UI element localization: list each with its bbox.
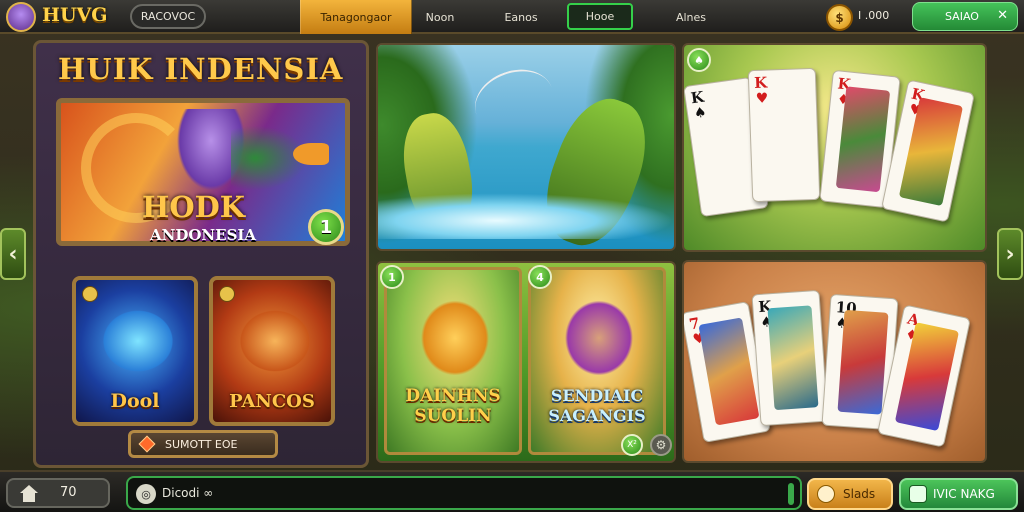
tab-alnes[interactable]: Alnes bbox=[662, 0, 720, 34]
chat-input[interactable]: ◎ Dicodi ∞ bbox=[126, 476, 802, 510]
chat-icon: ◎ bbox=[136, 484, 156, 504]
tab-hooe[interactable]: Hooe bbox=[567, 3, 633, 30]
tab-noon[interactable]: Noon bbox=[412, 0, 468, 34]
playing-card: K ♥ bbox=[747, 67, 821, 203]
chat-text: Dicodi ∞ bbox=[162, 486, 214, 500]
card-face-art bbox=[837, 309, 889, 415]
tag-icon bbox=[219, 286, 235, 302]
app-logo-text: HUVG bbox=[42, 4, 108, 26]
home-button[interactable]: 70 bbox=[6, 478, 110, 508]
bottom-bar: 70 ◎ Dicodi ∞ Slads IVIC NAKG bbox=[0, 470, 1024, 512]
rank-badge: 1 bbox=[380, 265, 404, 289]
water-splash-art bbox=[378, 193, 674, 239]
fishing-line-art bbox=[466, 59, 562, 143]
character-art bbox=[415, 294, 495, 382]
game-card-label: PANCOS bbox=[229, 391, 315, 412]
character-art bbox=[559, 294, 639, 382]
chevron-right-icon[interactable]: › bbox=[997, 228, 1023, 280]
tiger-art bbox=[235, 306, 315, 376]
card-face-art bbox=[698, 317, 760, 426]
fish-art bbox=[293, 143, 329, 165]
tag-icon bbox=[82, 286, 98, 302]
featured-game-name: HODK bbox=[142, 190, 246, 224]
deposit-button[interactable]: SAIAO ✕ bbox=[912, 2, 1018, 31]
game-tile-fishing[interactable] bbox=[376, 43, 676, 251]
playing-card: K ♠ bbox=[751, 289, 829, 427]
top-bar: HUVG RACOVOC Tanagongaor Noon Eanos Hooe… bbox=[0, 0, 1024, 34]
game-card-label: DAINHNS SUOLIN bbox=[405, 386, 501, 426]
card-suit: ♥ bbox=[755, 90, 769, 107]
gear-icon[interactable]: ⚙ bbox=[650, 434, 672, 456]
deposit-button-label: SAIAO bbox=[945, 10, 979, 23]
submit-button[interactable]: SUMOTT EOE bbox=[128, 430, 278, 458]
game-card-label: SENDIAIC SAGANGIS bbox=[548, 386, 646, 425]
rank-badge: 4 bbox=[528, 265, 552, 289]
chevron-left-icon[interactable]: ‹ bbox=[0, 228, 26, 280]
online-count: 70 bbox=[60, 485, 77, 500]
featured-game-subtitle: ANDONESIA bbox=[150, 226, 257, 244]
game-card-dainhns[interactable]: DAINHNS SUOLIN bbox=[384, 267, 522, 455]
card-rank: K bbox=[753, 73, 768, 93]
coin-icon: $ bbox=[826, 4, 853, 31]
game-card-pancos[interactable]: PANCOS bbox=[209, 276, 335, 426]
game-card-dool[interactable]: Dool bbox=[72, 276, 198, 426]
card-suit: ♠ bbox=[693, 104, 708, 123]
tab-eanos[interactable]: Eanos bbox=[490, 0, 552, 34]
card-face-art bbox=[835, 86, 891, 193]
game-tile-cards-top[interactable]: ♠ K ♠ K ♥ K ♦ K ♥ bbox=[682, 43, 987, 252]
gem-icon bbox=[138, 435, 156, 453]
profile-icon bbox=[817, 485, 835, 503]
submit-button-label: SUMOTT EOE bbox=[165, 437, 238, 451]
tab-tanagongaor[interactable]: Tanagongaor bbox=[300, 0, 412, 34]
slads-button[interactable]: Slads bbox=[807, 478, 893, 510]
chat-scrollbar[interactable] bbox=[788, 483, 794, 505]
featured-panel-title: HUIK INDENSIA bbox=[58, 52, 344, 86]
invite-button-label: IVIC NAKG bbox=[933, 487, 995, 501]
game-card-label: Dool bbox=[110, 390, 160, 412]
home-icon bbox=[20, 485, 38, 502]
spade-badge-icon: ♠ bbox=[687, 48, 711, 72]
multiplier-badge[interactable]: X² bbox=[621, 434, 643, 456]
balance-value: I .000 bbox=[858, 9, 890, 22]
card-face-art bbox=[767, 305, 819, 411]
game-card-sendiaic[interactable]: SENDIAIC SAGANGIS bbox=[528, 267, 666, 455]
avatar-logo-icon[interactable] bbox=[6, 2, 36, 32]
featured-rank-badge: 1 bbox=[308, 209, 344, 245]
close-icon[interactable]: ✕ bbox=[997, 8, 1008, 23]
game-tile-adventure: DAINHNS SUOLIN SENDIAIC SAGANGIS 1 4 X² … bbox=[376, 261, 676, 463]
invite-icon bbox=[909, 485, 927, 503]
sea-creature-art bbox=[98, 306, 178, 376]
game-tile-cards-bottom[interactable]: 7 ♥ K ♠ 10 ♠ A ♦ bbox=[682, 260, 987, 463]
invite-button[interactable]: IVIC NAKG bbox=[899, 478, 1018, 510]
slads-button-label: Slads bbox=[843, 487, 876, 501]
account-pill[interactable]: RACOVOC bbox=[130, 4, 206, 29]
